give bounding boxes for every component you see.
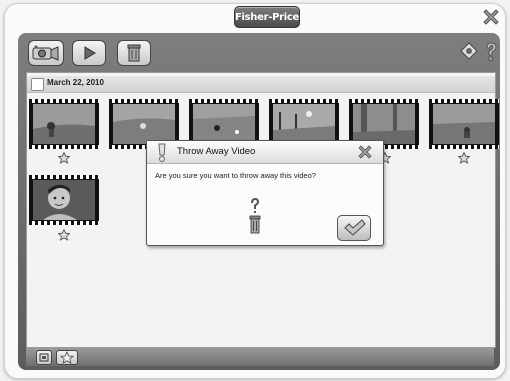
favorites-button[interactable]	[56, 350, 78, 365]
dialog-title: Throw Away Video	[177, 146, 256, 157]
play-icon	[84, 46, 96, 60]
dialog-title-bar: Throw Away Video	[147, 141, 383, 164]
camera-icon	[32, 45, 59, 61]
question-trash-icon	[249, 198, 261, 234]
back-icon[interactable]	[460, 42, 478, 60]
video-thumbnail[interactable]	[29, 99, 99, 149]
photo-icon	[39, 353, 49, 362]
close-icon[interactable]	[357, 144, 373, 160]
bottom-bar	[26, 348, 494, 366]
help-icon[interactable]	[484, 42, 498, 62]
date-bar: March 22, 2010	[27, 76, 495, 93]
close-app-icon[interactable]	[481, 7, 501, 27]
dialog-message: Are you sure you want to throw away this…	[155, 171, 316, 180]
folder-icon	[31, 78, 44, 91]
favorite-star-icon[interactable]	[458, 152, 470, 164]
favorite-star-icon[interactable]	[58, 229, 70, 241]
checkmark-icon	[344, 219, 366, 236]
date-label: March 22, 2010	[47, 78, 104, 87]
confirm-button[interactable]	[337, 215, 371, 241]
delete-button[interactable]	[117, 40, 151, 66]
throw-away-dialog: Throw Away Video Are you sure you want t…	[146, 140, 384, 246]
fisher-price-logo: Fisher-Price	[234, 6, 300, 28]
gallery-view-button[interactable]	[36, 350, 52, 365]
camera-button[interactable]	[28, 40, 64, 66]
trash-icon	[127, 44, 141, 62]
star-icon	[59, 351, 75, 364]
play-button[interactable]	[72, 40, 106, 66]
favorite-star-icon[interactable]	[58, 152, 70, 164]
video-thumbnail[interactable]	[429, 99, 499, 149]
warning-icon	[158, 143, 166, 162]
video-thumbnail[interactable]	[29, 175, 99, 225]
